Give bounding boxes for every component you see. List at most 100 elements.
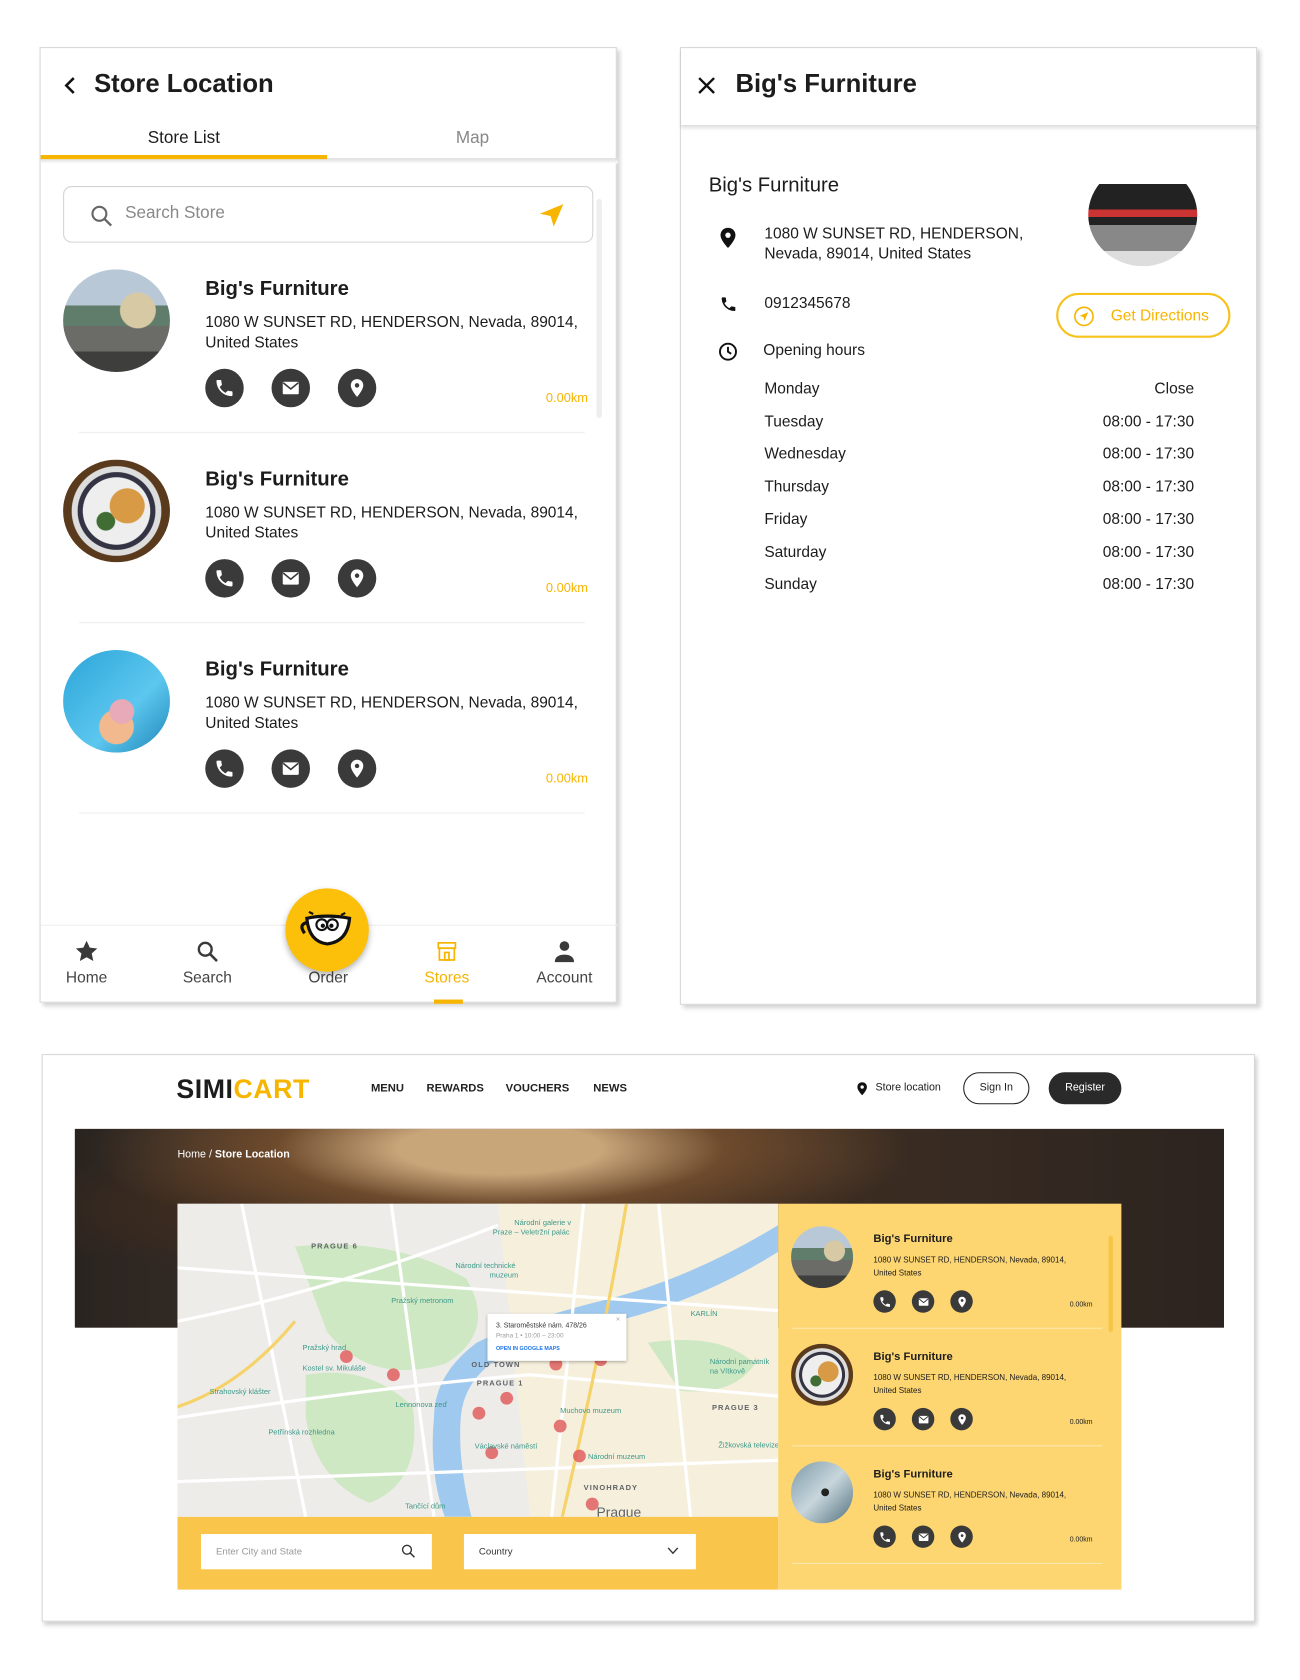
location-pin-icon [350, 569, 364, 588]
logo-part: CART [233, 1074, 310, 1105]
map-label: Muchovo muzeum [560, 1406, 621, 1415]
divider [792, 1562, 1103, 1564]
address-line: United States [205, 334, 299, 352]
map-label: Lennonova zeď [396, 1400, 448, 1409]
breadcrumb: Home / Store Location [177, 1149, 289, 1161]
map-pin-button[interactable] [337, 368, 377, 408]
nav-search[interactable]: Search [165, 938, 251, 991]
map-pin-button[interactable] [337, 559, 377, 598]
search-placeholder: Search Store [125, 204, 225, 223]
call-button[interactable] [873, 1290, 896, 1313]
register-button[interactable]: Register [1048, 1072, 1122, 1105]
nav-vouchers[interactable]: VOUCHERS [506, 1082, 570, 1095]
map-pin-button[interactable] [950, 1290, 973, 1313]
email-button[interactable] [271, 368, 311, 408]
map-label: PRAGUE 6 [311, 1242, 358, 1251]
location-pin-icon [957, 1531, 966, 1543]
day: Monday [764, 380, 820, 398]
breadcrumb-current: Store Location [214, 1149, 290, 1161]
call-button[interactable] [205, 368, 244, 408]
map-label: na Vítkově [710, 1367, 745, 1376]
address-line: 1080 W SUNSET RD, HENDERSON, Nevada, 890… [873, 1255, 1067, 1265]
country-select[interactable]: Country [463, 1534, 696, 1570]
back-button[interactable] [60, 75, 81, 96]
map-label: Národní památník [710, 1357, 770, 1366]
address-line: Nevada, 89014, United States [764, 245, 972, 263]
day: Friday [764, 510, 808, 529]
map-label: Pražský metronom [391, 1296, 453, 1305]
call-button[interactable] [205, 749, 244, 788]
tab-label: Map [455, 129, 490, 148]
get-directions-button[interactable]: Get Directions [1056, 292, 1231, 338]
tab-map[interactable]: Map [327, 125, 618, 160]
scrollbar[interactable] [1108, 1235, 1113, 1332]
nav-news[interactable]: NEWS [593, 1082, 627, 1095]
search-input[interactable]: Search Store [63, 186, 594, 243]
nav-home[interactable]: Home [44, 938, 130, 991]
call-button[interactable] [873, 1525, 896, 1548]
register-label: Register [1065, 1081, 1105, 1094]
breadcrumb-home[interactable]: Home [177, 1149, 206, 1161]
nav-label: Search [182, 969, 232, 987]
page-title: Store Location [94, 69, 274, 99]
store-phone[interactable]: 0912345678 [764, 295, 850, 312]
email-button[interactable] [271, 559, 311, 598]
sign-in-label: Sign In [979, 1081, 1013, 1094]
send-arrow-icon[interactable] [538, 201, 566, 229]
map[interactable]: PRAGUE 6 Národní galerie v Praze – Veletrž… [177, 1203, 779, 1517]
location-pin-icon [857, 1082, 867, 1096]
email-button[interactable] [911, 1407, 935, 1431]
nav-account[interactable]: Account [522, 938, 608, 991]
phone-icon [879, 1414, 890, 1424]
city-state-input[interactable]: Enter City and State [200, 1534, 432, 1570]
store-distance: 0.00km [1069, 1300, 1093, 1309]
order-button[interactable] [285, 888, 369, 972]
mail-icon [282, 762, 299, 775]
simicart-logo[interactable]: SIMICART [176, 1074, 309, 1105]
coffee-cup-mascot-icon [300, 910, 352, 946]
email-button[interactable] [911, 1525, 935, 1548]
chevron-down-icon [667, 1547, 679, 1555]
sign-in-button[interactable]: Sign In [963, 1072, 1030, 1105]
breadcrumb-separator: / [205, 1149, 215, 1161]
store-detail-screen: Big's Furniture Big's Furniture 1080 W S… [679, 47, 1259, 1005]
close-icon[interactable] [697, 76, 716, 95]
storefront-icon [437, 942, 457, 961]
map-pin-button[interactable] [950, 1525, 973, 1548]
store-photo [791, 1226, 854, 1289]
tab-label: Store List [147, 129, 220, 148]
map-label: OLD TOWN [471, 1360, 520, 1369]
scrollbar[interactable] [596, 198, 602, 418]
email-button[interactable] [911, 1290, 935, 1313]
call-button[interactable] [205, 559, 244, 598]
popup-subtitle: Praha 1 • 10:00 – 23:00 [496, 1333, 564, 1340]
day: Tuesday [764, 413, 824, 431]
nav-stores[interactable]: Stores [404, 938, 490, 991]
email-button[interactable] [271, 749, 311, 788]
phone-icon [879, 1296, 890, 1307]
phone-icon [879, 1531, 890, 1542]
address-line: 1080 W SUNSET RD, HENDERSON, Nevada, 890… [873, 1490, 1067, 1500]
address-line: 1080 W SUNSET RD, HENDERSON, [764, 225, 1024, 243]
nav-rewards[interactable]: REWARDS [427, 1082, 484, 1095]
open-google-maps-link[interactable]: OPEN IN GOOGLE MAPS [496, 1346, 560, 1352]
map-pin-button[interactable] [337, 749, 377, 788]
map-label: Národní muzeum [588, 1452, 645, 1461]
opening-hours-label: Opening hours [763, 342, 865, 360]
map-pin-button[interactable] [950, 1407, 973, 1431]
divider [792, 1327, 1103, 1329]
map-label: Praze – Veletržní palác [493, 1228, 570, 1237]
store-location-link[interactable]: Store location [876, 1082, 941, 1094]
time: 08:00 - 17:30 [1102, 543, 1195, 561]
store-address: 1080 W SUNSET RD, HENDERSON, Nevada, 890… [873, 1489, 1066, 1514]
tab-store-list[interactable]: Store List [40, 125, 328, 160]
divider [79, 622, 585, 624]
store-name: Big's Furniture [708, 174, 840, 197]
address-line: 1080 W SUNSET RD, HENDERSON, Nevada, 890… [205, 694, 578, 712]
call-button[interactable] [873, 1407, 896, 1431]
map-canvas: PRAGUE 6 Národní galerie vPraze – Veletrž… [177, 1203, 779, 1517]
search-icon[interactable] [401, 1544, 416, 1559]
popup-close-icon[interactable]: × [616, 1316, 620, 1323]
nav-menu[interactable]: MENU [371, 1082, 404, 1095]
map-label: Národní technické [455, 1261, 515, 1270]
